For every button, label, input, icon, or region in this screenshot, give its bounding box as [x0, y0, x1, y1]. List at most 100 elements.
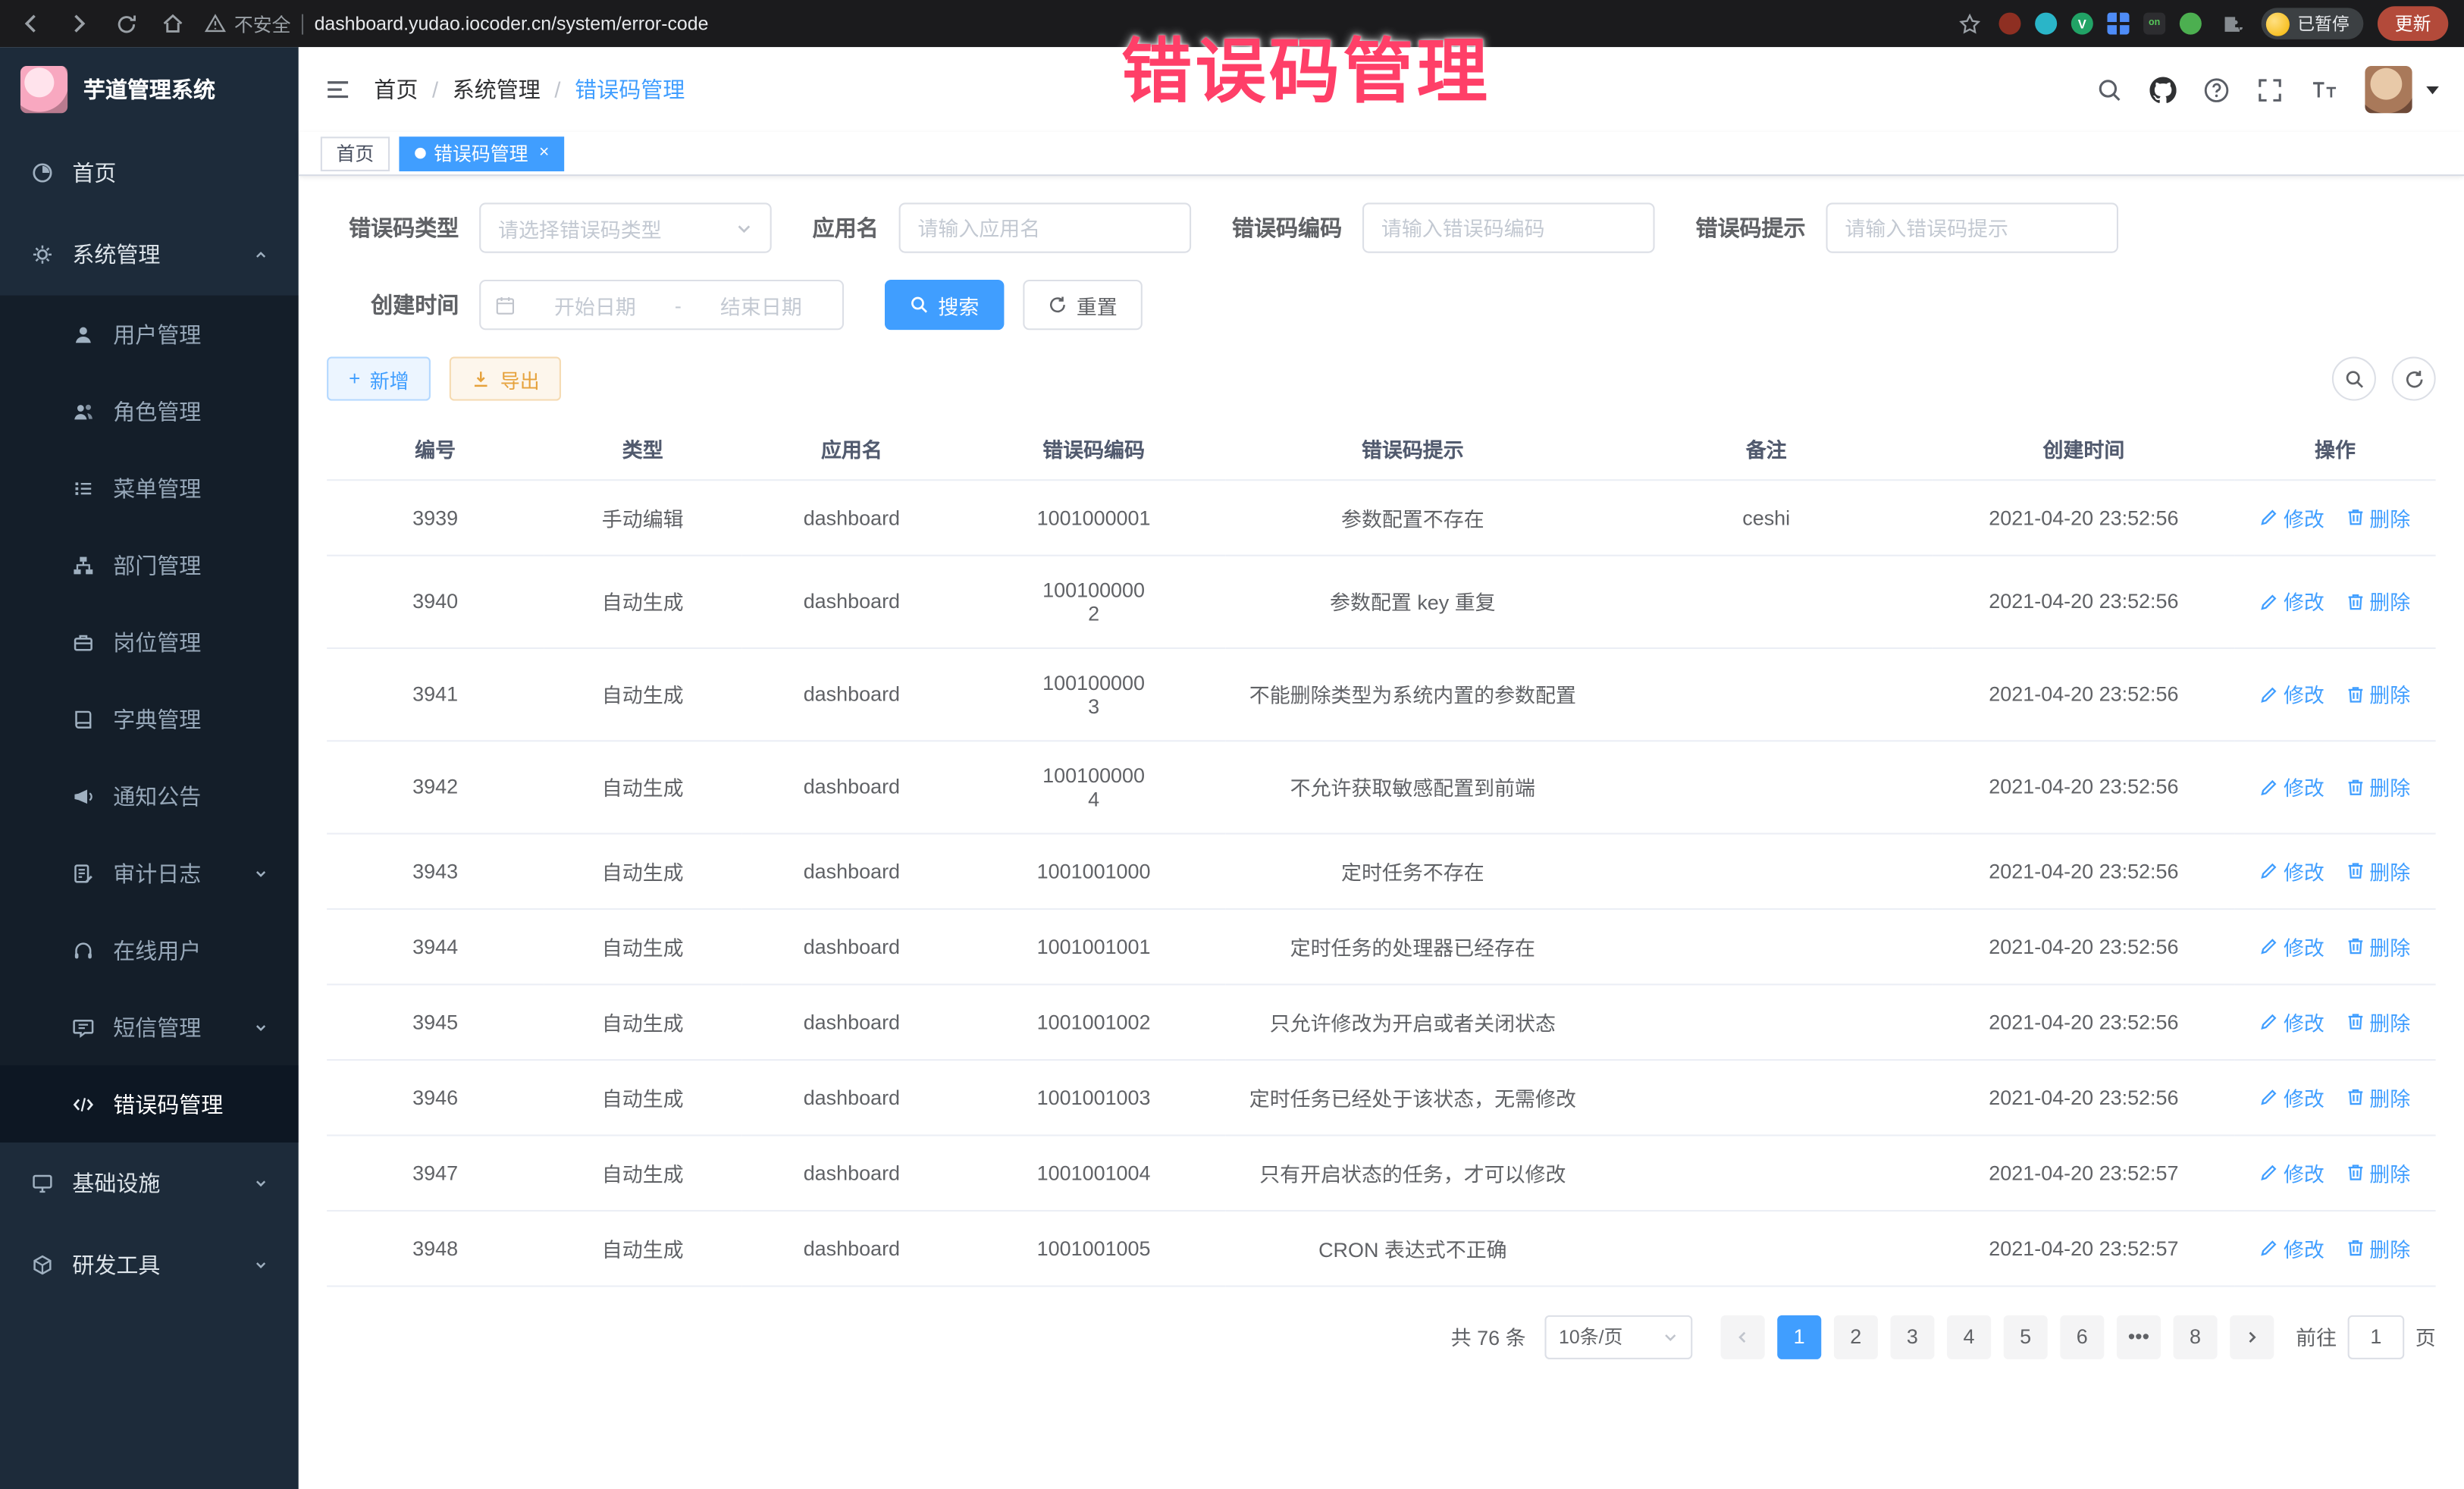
sidebar-item-dictionary[interactable]: 字典管理: [0, 680, 299, 757]
puzzle-extensions-icon[interactable]: [2216, 8, 2247, 39]
refresh-table-button[interactable]: [2392, 357, 2436, 401]
sidebar-item-departments[interactable]: 部门管理: [0, 526, 299, 603]
delete-link[interactable]: 删除: [2346, 1233, 2410, 1262]
edit-link[interactable]: 修改: [2260, 679, 2324, 708]
back-icon[interactable]: [16, 8, 47, 39]
extension-icon[interactable]: [1998, 13, 2020, 35]
edit-link[interactable]: 修改: [2260, 772, 2324, 801]
tab-error-codes[interactable]: 错误码管理 ×: [399, 136, 565, 171]
edit-link[interactable]: 修改: [2260, 502, 2324, 531]
url-text[interactable]: dashboard.yudao.iocoder.cn/system/error-…: [315, 13, 709, 35]
security-warning[interactable]: 不安全: [204, 10, 290, 36]
extension-icon[interactable]: on: [2143, 13, 2165, 35]
error-hint-input[interactable]: [1826, 202, 2118, 252]
sidebar-item-posts[interactable]: 岗位管理: [0, 603, 299, 681]
delete-link[interactable]: 删除: [2346, 1158, 2410, 1187]
tab-home[interactable]: 首页: [321, 136, 390, 171]
font-size-icon[interactable]: [2310, 77, 2338, 102]
toggle-search-button[interactable]: [2332, 357, 2376, 401]
sidebar-item-notices[interactable]: 通知公告: [0, 757, 299, 835]
app-name-input[interactable]: [899, 202, 1192, 252]
edit-link[interactable]: 修改: [2260, 1233, 2324, 1262]
prev-page-button[interactable]: [1721, 1315, 1765, 1359]
filter-row-1: 错误码类型 请选择错误码类型 应用名 错误码编码: [327, 202, 2436, 252]
date-range-picker[interactable]: 开始日期 - 结束日期: [479, 280, 844, 330]
sidebar-item-error-codes[interactable]: 错误码管理: [0, 1065, 299, 1143]
system-submenu: 用户管理 角色管理 菜单管理 部门管理: [0, 296, 299, 1143]
forward-icon[interactable]: [63, 8, 94, 39]
sidebar-item-roles[interactable]: 角色管理: [0, 372, 299, 450]
reload-icon[interactable]: [110, 8, 141, 39]
error-code-input[interactable]: [1362, 202, 1655, 252]
sidebar-item-menus[interactable]: 菜单管理: [0, 450, 299, 527]
reset-button[interactable]: 重置: [1023, 280, 1143, 330]
extension-icon[interactable]: [2035, 13, 2057, 35]
export-button[interactable]: 导出: [450, 357, 561, 401]
cell-remark: [1600, 984, 1933, 1059]
delete-link[interactable]: 删除: [2346, 931, 2410, 961]
delete-link[interactable]: 删除: [2346, 586, 2410, 616]
page-button-8[interactable]: 8: [2173, 1315, 2217, 1359]
search-icon[interactable]: [2096, 77, 2123, 103]
extension-icon[interactable]: V: [2071, 13, 2093, 35]
page-button-2[interactable]: 2: [1834, 1315, 1878, 1359]
sidebar-item-audit-log[interactable]: 审计日志: [0, 835, 299, 912]
edit-link[interactable]: 修改: [2260, 1158, 2324, 1187]
page-ellipsis[interactable]: •••: [2117, 1315, 2161, 1359]
address-bar[interactable]: 不安全 dashboard.yudao.iocoder.cn/system/er…: [204, 10, 1937, 36]
help-icon[interactable]: [2203, 77, 2230, 103]
page-button-3[interactable]: 3: [1890, 1315, 1934, 1359]
delete-link[interactable]: 删除: [2346, 856, 2410, 886]
close-icon[interactable]: ×: [539, 145, 549, 162]
edit-link[interactable]: 修改: [2260, 931, 2324, 961]
sidebar-item-infrastructure[interactable]: 基础设施: [0, 1143, 299, 1224]
extension-icon[interactable]: [2180, 13, 2202, 35]
next-page-button[interactable]: [2230, 1315, 2274, 1359]
edit-link[interactable]: 修改: [2260, 1007, 2324, 1036]
delete-link[interactable]: 删除: [2346, 1007, 2410, 1036]
fullscreen-icon[interactable]: [2256, 77, 2283, 103]
hamburger-icon[interactable]: [324, 75, 352, 103]
page-button-5[interactable]: 5: [2004, 1315, 2048, 1359]
home-icon[interactable]: [157, 8, 188, 39]
breadcrumb-home[interactable]: 首页: [374, 74, 418, 105]
sidebar-item-home[interactable]: 首页: [0, 132, 299, 214]
trash-icon: [2346, 1012, 2365, 1031]
caret-down-icon[interactable]: [2426, 86, 2439, 93]
edit-link[interactable]: 修改: [2260, 1082, 2324, 1111]
delete-link[interactable]: 删除: [2346, 502, 2410, 531]
delete-link[interactable]: 删除: [2346, 1082, 2410, 1111]
sidebar-item-online-users[interactable]: 在线用户: [0, 911, 299, 989]
page-size-select[interactable]: 10条/页: [1544, 1315, 1692, 1359]
profile-paused-badge[interactable]: 已暂停: [2262, 8, 2364, 39]
extension-icon[interactable]: [2107, 13, 2129, 35]
end-date-placeholder[interactable]: 结束日期: [694, 290, 828, 319]
page-button-4[interactable]: 4: [1947, 1315, 1991, 1359]
goto-page-input[interactable]: [2348, 1315, 2405, 1359]
pencil-icon: [2260, 777, 2279, 796]
edit-link[interactable]: 修改: [2260, 856, 2324, 886]
github-icon[interactable]: [2149, 77, 2176, 103]
bookmark-star-icon[interactable]: [1953, 8, 1984, 39]
user-avatar[interactable]: [2365, 66, 2412, 113]
delete-link[interactable]: 删除: [2346, 679, 2410, 708]
chevron-down-icon: [253, 1175, 269, 1191]
sidebar-item-system[interactable]: 系统管理: [0, 214, 299, 296]
page-button-6[interactable]: 6: [2060, 1315, 2104, 1359]
breadcrumb-section[interactable]: 系统管理: [453, 74, 541, 105]
sidebar-item-devtools[interactable]: 研发工具: [0, 1224, 299, 1306]
error-type-select[interactable]: 请选择错误码类型: [479, 202, 772, 252]
filter-label: 错误码类型: [327, 212, 459, 243]
search-button[interactable]: 搜索: [885, 280, 1005, 330]
start-date-placeholder[interactable]: 开始日期: [528, 290, 662, 319]
delete-link[interactable]: 删除: [2346, 772, 2410, 801]
security-label: 不安全: [234, 10, 291, 36]
app-logo[interactable]: 芋道管理系统: [0, 47, 299, 132]
browser-update-button[interactable]: 更新: [2378, 6, 2448, 41]
add-button[interactable]: + 新增: [327, 357, 431, 401]
sidebar-item-sms[interactable]: 短信管理: [0, 989, 299, 1066]
cell-id: 3941: [327, 647, 544, 740]
edit-link[interactable]: 修改: [2260, 586, 2324, 616]
page-button-1[interactable]: 1: [1777, 1315, 1821, 1359]
sidebar-item-users[interactable]: 用户管理: [0, 296, 299, 373]
